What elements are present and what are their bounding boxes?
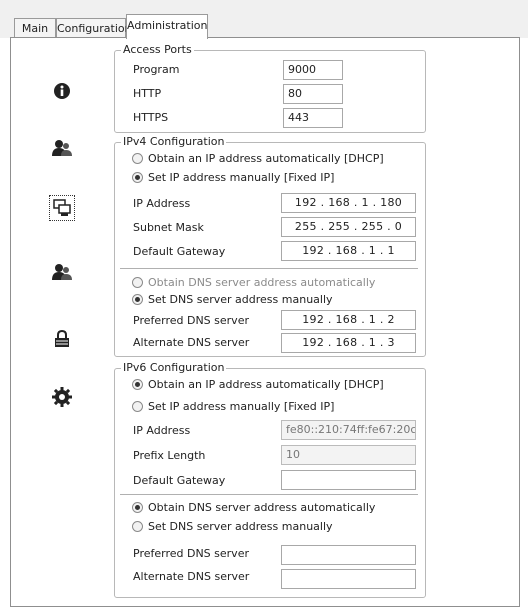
http-port-field[interactable]: 80 — [283, 84, 343, 104]
ipv4-manual-label: Set IP address manually [Fixed IP] — [148, 171, 335, 184]
ipv6-ip-label: IP Address — [133, 424, 191, 437]
ipv6-prefix-label: Prefix Length — [133, 449, 206, 462]
ipv4-mask-field[interactable]: 255 . 255 . 255 . 0 — [281, 217, 416, 237]
user-admin-icon[interactable] — [52, 262, 72, 282]
ipv4-alt-dns-field[interactable]: 192 . 168 . 1 . 3 — [281, 333, 416, 353]
tab-configuration[interactable]: Configuration — [56, 18, 132, 38]
ipv6-manual-label: Set IP address manually [Fixed IP] — [148, 400, 335, 413]
ipv4-alt-dns-label: Alternate DNS server — [133, 336, 250, 349]
ipv6-separator — [120, 494, 418, 495]
ipv4-manual-radio[interactable] — [132, 172, 143, 183]
http-port-label: HTTP — [133, 87, 162, 100]
ipv6-gateway-label: Default Gateway — [133, 474, 226, 487]
lock-icon[interactable] — [52, 329, 72, 349]
tab-administration[interactable]: Administration — [126, 14, 208, 39]
ipv4-dns-manual-label: Set DNS server address manually — [148, 293, 333, 306]
ipv4-dhcp-radio[interactable] — [132, 153, 143, 164]
ipv4-mask-label: Subnet Mask — [133, 221, 204, 234]
ipv4-manual-option[interactable]: Set IP address manually [Fixed IP] — [132, 171, 334, 184]
ipv4-ip-label: IP Address — [133, 197, 191, 210]
users-icon[interactable] — [52, 138, 72, 158]
ipv4-gateway-field[interactable]: 192 . 168 . 1 . 1 — [281, 241, 416, 261]
ipv4-legend: IPv4 Configuration — [121, 135, 227, 148]
ipv4-dns-manual-radio[interactable] — [132, 294, 143, 305]
ipv6-ip-field[interactable]: fe80::210:74ff:fe67:20c4 — [281, 420, 416, 440]
ipv6-manual-option[interactable]: Set IP address manually [Fixed IP] — [132, 400, 334, 413]
ipv4-ip-field[interactable]: 192 . 168 . 1 . 180 — [281, 193, 416, 213]
ipv4-dns-auto-option[interactable]: Obtain DNS server address automatically — [132, 276, 375, 289]
ipv4-pref-dns-label: Preferred DNS server — [133, 314, 249, 327]
ipv6-alt-dns-label: Alternate DNS server — [133, 570, 250, 583]
https-port-field[interactable]: 443 — [283, 108, 343, 128]
ipv4-dns-auto-label: Obtain DNS server address automatically — [148, 276, 376, 289]
ipv6-dns-auto-option[interactable]: Obtain DNS server address automatically — [132, 501, 375, 514]
ipv6-legend: IPv6 Configuration — [121, 361, 227, 374]
gear-icon[interactable] — [52, 387, 72, 407]
ipv4-gateway-label: Default Gateway — [133, 245, 226, 258]
ipv6-dhcp-option[interactable]: Obtain an IP address automatically [DHCP… — [132, 378, 384, 391]
ipv6-dns-manual-label: Set DNS server address manually — [148, 520, 333, 533]
ipv6-gateway-field[interactable] — [281, 470, 416, 490]
ipv4-dns-auto-radio[interactable] — [132, 277, 143, 288]
ipv6-pref-dns-label: Preferred DNS server — [133, 547, 249, 560]
ipv6-manual-radio[interactable] — [132, 401, 143, 412]
ipv4-dhcp-label: Obtain an IP address automatically [DHCP… — [148, 152, 384, 165]
ipv4-separator — [120, 268, 418, 269]
network-icon[interactable] — [49, 195, 75, 221]
info-icon[interactable] — [52, 81, 72, 101]
ipv4-dns-manual-option[interactable]: Set DNS server address manually — [132, 293, 333, 306]
tab-bar: Main Configuration Administration — [0, 0, 528, 39]
ipv6-pref-dns-field[interactable] — [281, 545, 416, 565]
ipv6-dhcp-radio[interactable] — [132, 379, 143, 390]
ipv6-dns-manual-radio[interactable] — [132, 521, 143, 532]
ipv6-prefix-field[interactable]: 10 — [281, 445, 416, 465]
program-port-label: Program — [133, 63, 180, 76]
access-ports-legend: Access Ports — [121, 43, 194, 56]
program-port-field[interactable]: 9000 — [283, 60, 343, 80]
ipv6-dns-manual-option[interactable]: Set DNS server address manually — [132, 520, 333, 533]
ipv6-dns-auto-label: Obtain DNS server address automatically — [148, 501, 376, 514]
ipv6-alt-dns-field[interactable] — [281, 569, 416, 589]
ipv4-dhcp-option[interactable]: Obtain an IP address automatically [DHCP… — [132, 152, 384, 165]
https-port-label: HTTPS — [133, 111, 169, 124]
ipv4-pref-dns-field[interactable]: 192 . 168 . 1 . 2 — [281, 310, 416, 330]
tab-main[interactable]: Main — [14, 18, 56, 38]
ipv6-dns-auto-radio[interactable] — [132, 502, 143, 513]
ipv6-dhcp-label: Obtain an IP address automatically [DHCP… — [148, 378, 384, 391]
